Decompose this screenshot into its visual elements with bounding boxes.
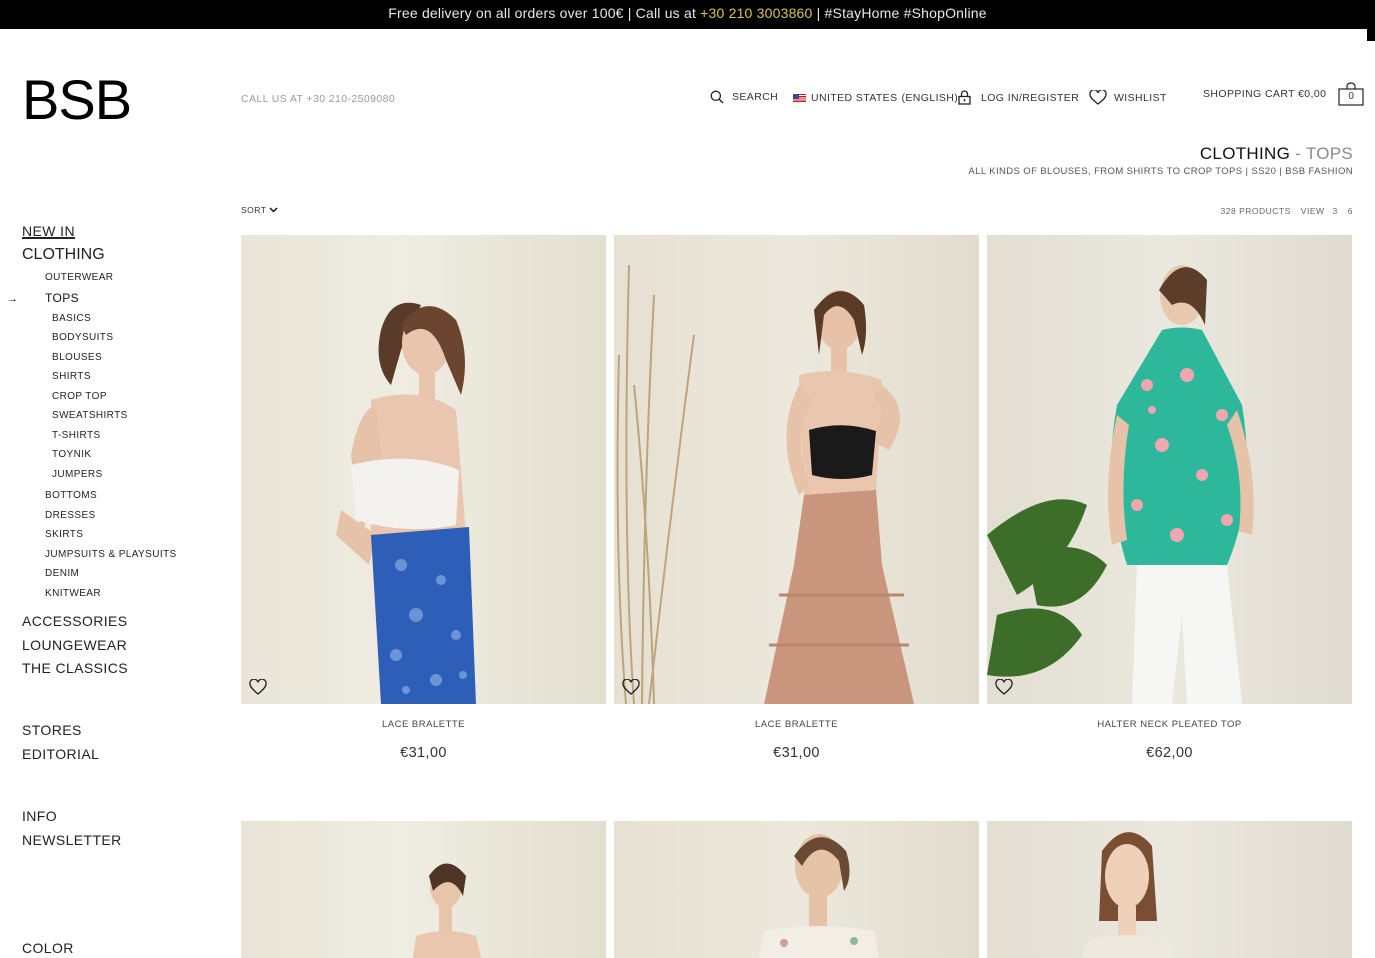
view-option-3[interactable]: 3 — [1333, 206, 1338, 216]
product-image[interactable] — [614, 821, 979, 958]
login-register-link[interactable]: LOG IN/REGISTER — [958, 90, 1079, 105]
sidebar-item-the-classics[interactable]: THE CLASSICS — [22, 660, 128, 676]
view-option-6[interactable]: 6 — [1348, 206, 1353, 216]
sidebar-item-accessories[interactable]: ACCESSORIES — [22, 613, 128, 629]
wishlist-heart-icon[interactable] — [249, 679, 267, 695]
sidebar-item-info[interactable]: INFO — [22, 808, 57, 824]
country-selector[interactable]: UNITED STATES (ENGLISH) — [793, 92, 958, 104]
sidebar-item-stores[interactable]: STORES — [22, 722, 82, 738]
heart-icon — [1089, 90, 1107, 105]
search-icon — [710, 90, 724, 104]
brand-logo[interactable]: BSB — [22, 70, 132, 130]
cart-label: SHOPPING CART €0,00 — [1203, 88, 1327, 100]
sort-dropdown[interactable]: SORT — [241, 205, 278, 215]
login-label: LOG IN/REGISTER — [981, 91, 1080, 104]
shopping-bag-icon: 0 — [1338, 82, 1364, 106]
product-image[interactable] — [987, 821, 1352, 958]
filter-color[interactable]: COLOR — [22, 940, 74, 956]
product-price: €31,00 — [400, 745, 447, 761]
sidebar-item-jumpsuits-playsuits[interactable]: JUMPSUITS & PLAYSUITS — [45, 549, 177, 560]
product-name[interactable]: LACE BRALETTE — [614, 719, 979, 730]
product-photo-lace-bralette-black — [616, 264, 914, 704]
product-image[interactable] — [241, 821, 606, 958]
product-photo — [759, 834, 879, 958]
sidebar-item-dresses[interactable]: DRESSES — [45, 510, 96, 521]
product-photo-halter-neck-top — [987, 265, 1254, 704]
wishlist-label: WISHLIST — [1114, 91, 1167, 104]
sidebar-item-clothing[interactable]: CLOTHING — [22, 246, 105, 264]
scrollbar[interactable] — [1367, 29, 1375, 41]
sidebar-item-tops[interactable]: TOPS — [45, 291, 79, 305]
search-button[interactable]: SEARCH — [710, 90, 778, 104]
sidebar-item-jumpers[interactable]: JUMPERS — [52, 469, 103, 480]
wishlist-heart-icon[interactable] — [622, 679, 640, 695]
product-photo — [1082, 832, 1172, 958]
promo-phone-link[interactable]: +30 210 3003860 — [700, 5, 812, 21]
sidebar-item-newsletter[interactable]: NEWSLETTER — [22, 832, 122, 848]
category-title: CLOTHING — [1199, 144, 1291, 163]
promo-bar: Free delivery on all orders over 100€ | … — [0, 0, 1375, 29]
promo-hashtags: | #StayHome #ShopOnline — [812, 5, 987, 21]
view-label: VIEW — [1300, 206, 1325, 216]
sidebar-item-bodysuits[interactable]: BODYSUITS — [52, 332, 113, 343]
sidebar-item-loungewear[interactable]: LOUNGEWEAR — [22, 637, 127, 653]
sidebar-item-crop-top[interactable]: CROP TOP — [52, 391, 107, 402]
sidebar-item-blouses[interactable]: BLOUSES — [52, 352, 102, 363]
sort-label: SORT — [241, 205, 267, 215]
sidebar-item-outerwear[interactable]: OUTERWEAR — [45, 272, 113, 283]
results-toolbar: 328 PRODUCTS VIEW 3 6 — [1221, 206, 1353, 216]
product-count: 328 PRODUCTS — [1220, 206, 1291, 216]
product-image[interactable] — [241, 235, 606, 704]
product-price: €62,00 — [1146, 745, 1193, 761]
country-label: UNITED STATES — [811, 92, 898, 104]
sidebar-item-bottoms[interactable]: BOTTOMS — [45, 490, 97, 501]
promo-text: Free delivery on all orders over 100€ | … — [388, 5, 701, 21]
shopping-cart-link[interactable]: SHOPPING CART €0,00 0 — [1203, 82, 1364, 106]
chevron-down-icon — [269, 207, 278, 213]
product-name[interactable]: LACE BRALETTE — [241, 719, 606, 730]
sidebar-item-t-shirts[interactable]: T-SHIRTS — [52, 430, 101, 441]
product-photo-lace-bralette-white — [336, 302, 476, 704]
page-title: CLOTHING - TOPS — [1200, 144, 1353, 164]
title-separator: - — [1290, 144, 1306, 163]
sidebar-item-knitwear[interactable]: KNITWEAR — [45, 588, 101, 599]
active-arrow-icon: → — [7, 293, 18, 305]
cart-count: 0 — [1348, 91, 1355, 102]
sidebar-item-sweatshirts[interactable]: SWEATSHIRTS — [52, 410, 128, 421]
sidebar-item-shirts[interactable]: SHIRTS — [52, 371, 91, 382]
call-us-text: CALL US AT +30 210-2509080 — [241, 93, 396, 105]
sidebar-item-skirts[interactable]: SKIRTS — [45, 529, 83, 540]
sidebar-item-denim[interactable]: DENIM — [45, 568, 79, 579]
sidebar-item-editorial[interactable]: EDITORIAL — [22, 746, 99, 762]
product-image[interactable] — [614, 235, 979, 704]
product-price: €31,00 — [773, 745, 820, 761]
product-name[interactable]: HALTER NECK PLEATED TOP — [987, 719, 1352, 730]
product-image[interactable] — [987, 235, 1352, 704]
sidebar-item-new-in[interactable]: NEW IN — [22, 223, 75, 239]
category-subtitle: TOPS — [1305, 144, 1353, 163]
product-photo — [413, 863, 481, 958]
wishlist-link[interactable]: WISHLIST — [1089, 90, 1167, 105]
category-description: ALL KINDS OF BLOUSES, FROM SHIRTS TO CRO… — [968, 166, 1353, 177]
wishlist-heart-icon[interactable] — [995, 679, 1013, 695]
sidebar-item-basics[interactable]: BASICS — [52, 313, 91, 324]
us-flag-icon — [793, 94, 806, 102]
lock-icon — [958, 90, 971, 105]
sidebar-item-toynik[interactable]: TOYNIK — [52, 449, 91, 460]
search-label: SEARCH — [732, 91, 779, 103]
language-label: (ENGLISH) — [901, 92, 959, 104]
